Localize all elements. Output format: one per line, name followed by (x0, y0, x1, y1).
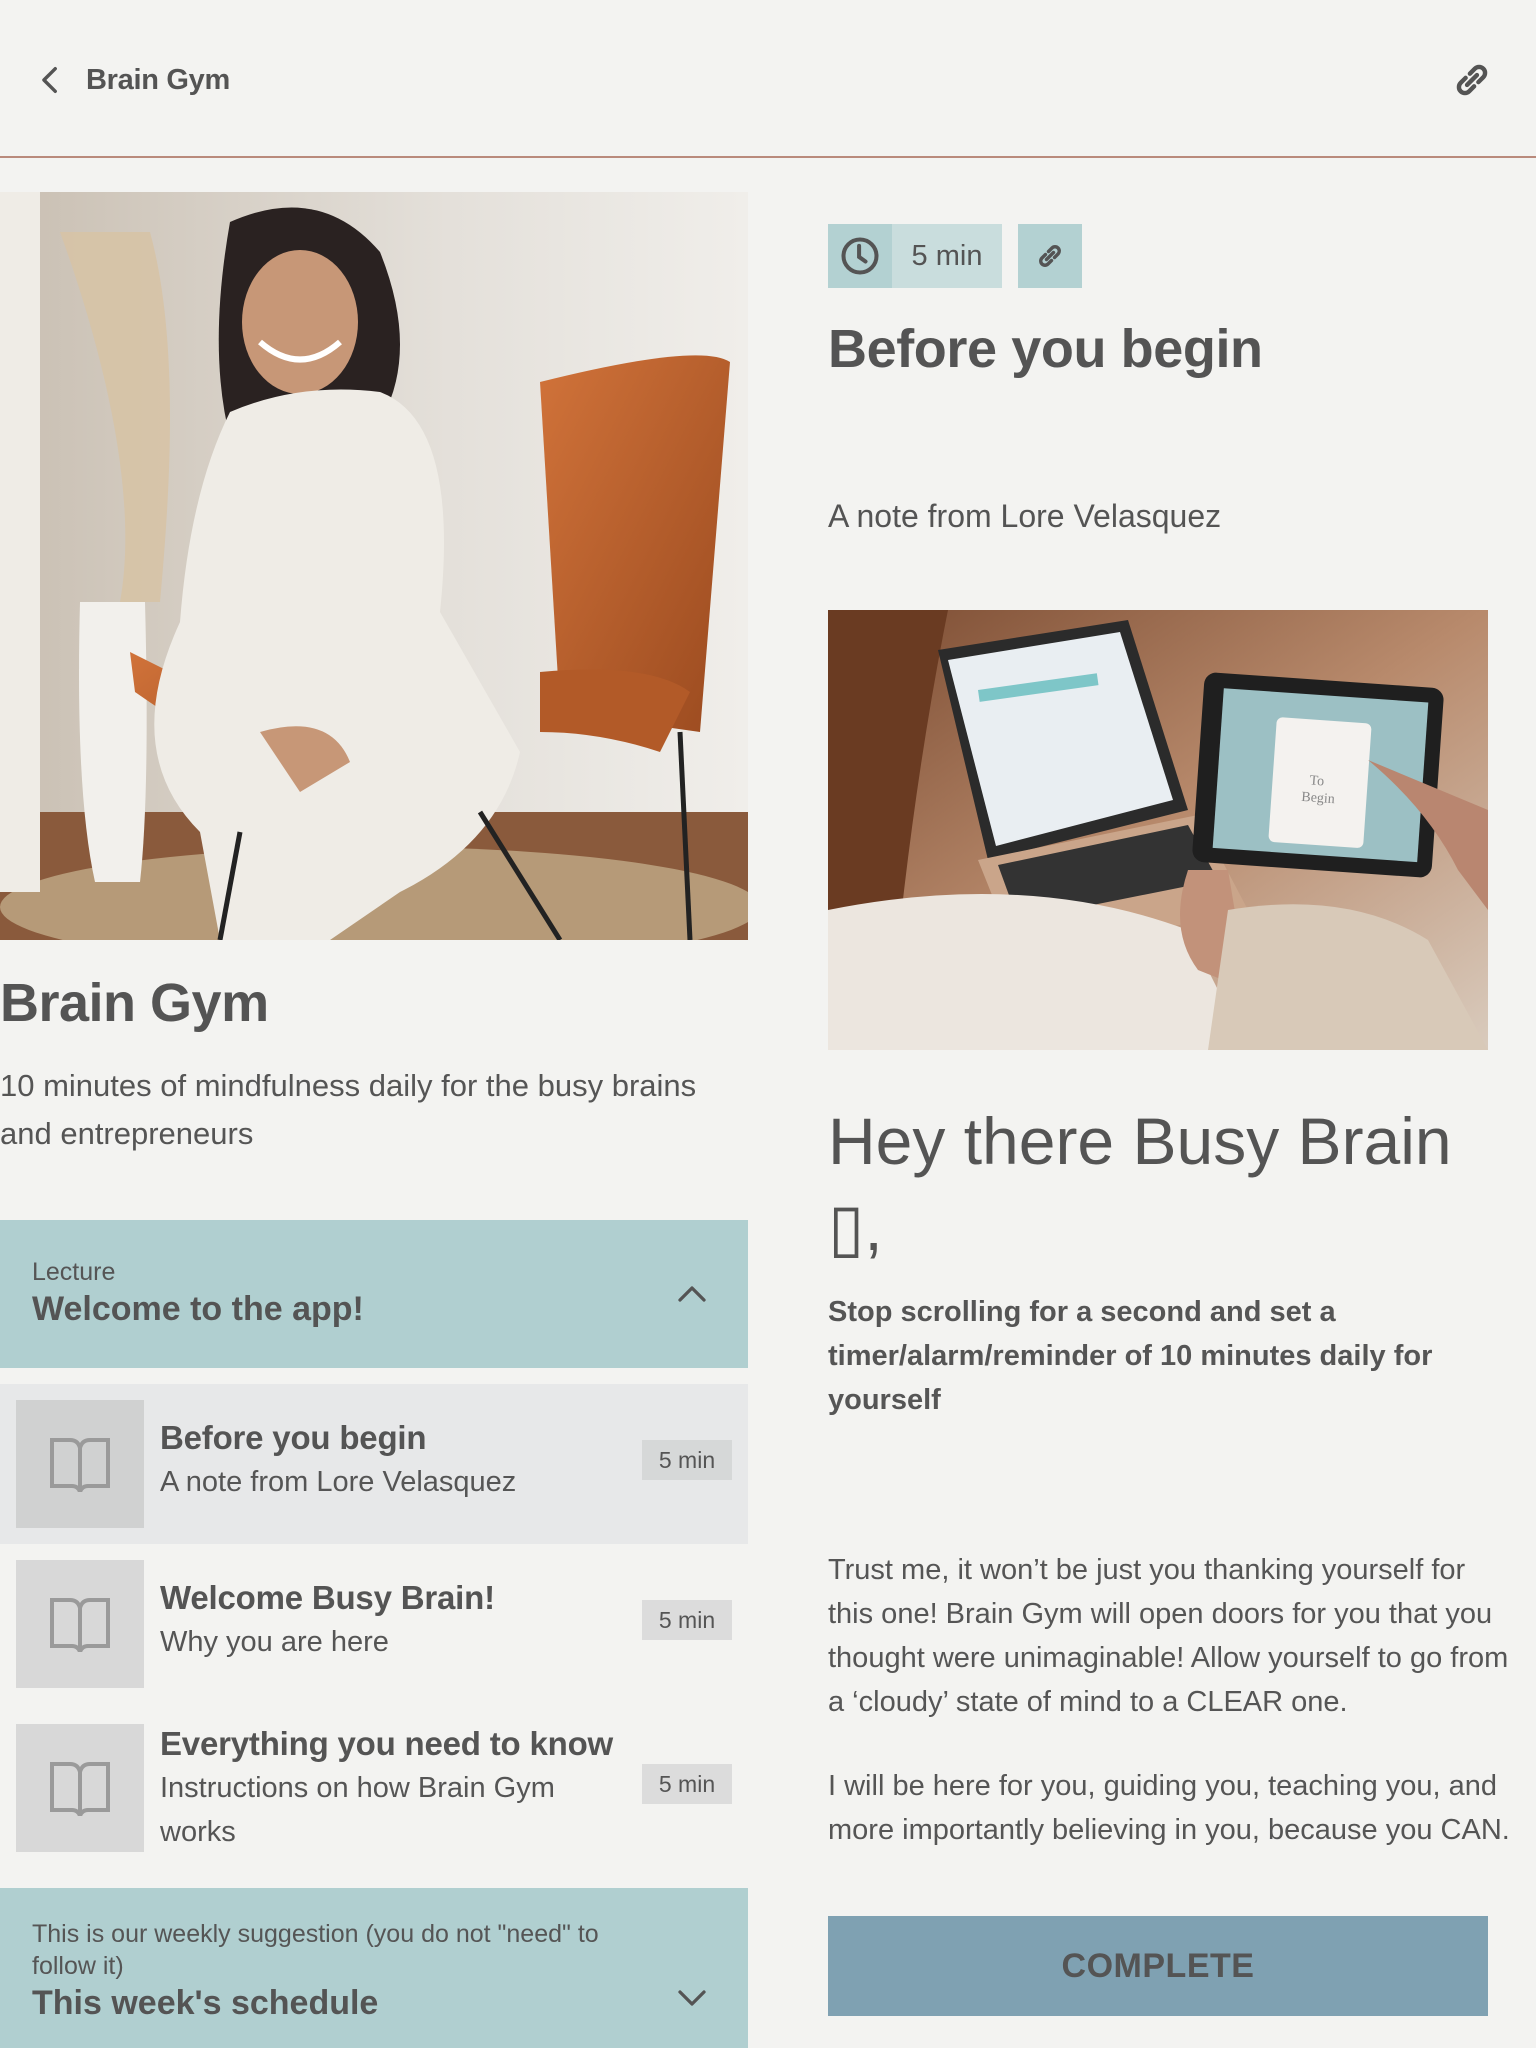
complete-button[interactable]: COMPLETE (828, 1916, 1488, 2016)
lesson-callout: Stop scrolling for a second and set a ti… (828, 1296, 1433, 1416)
header-title: Brain Gym (86, 63, 230, 96)
share-link-button[interactable] (1448, 56, 1496, 104)
book-icon (50, 1598, 110, 1652)
link-icon (1456, 64, 1488, 96)
lesson-byline: A note from Lore Velasquez (828, 498, 1222, 534)
section-header-weekly-schedule[interactable]: This is our weekly suggestion (you do no… (0, 1888, 748, 2048)
top-bar: Brain Gym (0, 0, 1536, 158)
course-title: Brain Gym (0, 973, 269, 1033)
chevron-down-icon[interactable] (674, 1980, 710, 2016)
lesson-paragraph: Trust me, it won’t be just you thanking … (828, 1554, 1509, 1718)
copy-lesson-link-button[interactable] (1018, 224, 1082, 288)
lesson-thumbnail (16, 1560, 144, 1688)
svg-text:To: To (1309, 773, 1325, 789)
chevron-up-icon[interactable] (674, 1276, 710, 1312)
lesson-title: Everything you need to know (160, 1725, 613, 1762)
course-hero-image (0, 192, 748, 940)
lesson-title: Before you begin (160, 1419, 427, 1456)
section-kicker: Lecture (32, 1258, 116, 1286)
lesson-thumbnail (16, 1724, 144, 1852)
lesson-greeting: Hey there Busy Brain ▯, (828, 1104, 1452, 1264)
lesson-duration-badge: 5 min (642, 1600, 732, 1640)
lesson-subtitle: Why you are here (160, 1626, 389, 1658)
book-icon (50, 1762, 110, 1816)
duration-chip: 5 min (828, 224, 1002, 288)
section-kicker: This is our weekly suggestion (you do no… (32, 1920, 599, 1980)
lesson-image: To Begin (828, 610, 1488, 1050)
clock-icon (841, 237, 879, 275)
link-icon (1039, 245, 1061, 267)
lesson-thumbnail (16, 1400, 144, 1528)
lesson-subtitle: Instructions on how Brain Gym works (160, 1772, 555, 1848)
book-icon (50, 1438, 110, 1492)
lesson-title-heading: Before you begin (828, 319, 1263, 379)
lesson-duration-badge: 5 min (642, 1764, 732, 1804)
lesson-meta-row: 5 min (828, 224, 1082, 288)
lesson-paragraph: I will be here for you, guiding you, tea… (828, 1770, 1510, 1846)
lesson-title: Welcome Busy Brain! (160, 1579, 495, 1616)
lesson-duration-badge: 5 min (642, 1440, 732, 1480)
course-description: 10 minutes of mindfulness daily for the … (0, 1068, 697, 1151)
back-button[interactable]: Brain Gym (34, 58, 230, 102)
chevron-left-icon (42, 66, 57, 94)
lesson-row-everything-you-need[interactable]: Everything you need to know Instructions… (0, 1704, 748, 1880)
lesson-row-before-you-begin[interactable]: Before you begin A note from Lore Velasq… (0, 1384, 748, 1544)
duration-value: 5 min (892, 224, 1002, 288)
section-title: Welcome to the app! (32, 1290, 364, 1328)
lesson-row-welcome-busy-brain[interactable]: Welcome Busy Brain! Why you are here 5 m… (0, 1544, 748, 1704)
section-header-welcome[interactable]: Lecture Welcome to the app! (0, 1220, 748, 1368)
section-title: This week's schedule (32, 1984, 379, 2022)
svg-text:Begin: Begin (1301, 790, 1335, 807)
lesson-subtitle: A note from Lore Velasquez (160, 1466, 517, 1498)
